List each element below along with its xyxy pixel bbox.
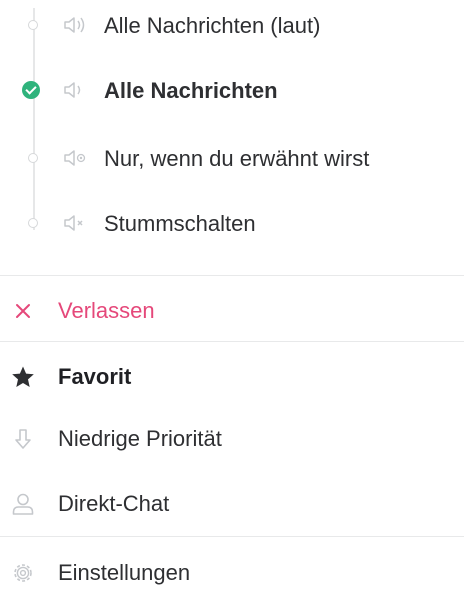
room-context-menu: Alle Nachrichten (laut) Alle Nachrichten… — [0, 0, 464, 594]
low-priority-icon — [15, 429, 31, 449]
notification-option-mute[interactable]: Stummschalten — [0, 203, 464, 243]
radio-unselected[interactable] — [28, 218, 38, 228]
notification-option-label: Stummschalten — [104, 211, 256, 236]
speaker-mention-icon — [64, 150, 86, 166]
radio-unselected[interactable] — [28, 153, 38, 163]
notification-option-label: Alle Nachrichten — [104, 78, 278, 103]
low-priority-button[interactable]: Niedrige Priorität — [0, 414, 464, 464]
radio-selected-check-icon[interactable] — [22, 81, 40, 99]
speaker-muted-icon — [64, 215, 83, 231]
settings-button[interactable]: Einstellungen — [0, 548, 464, 598]
person-icon — [12, 493, 34, 515]
notification-option-label: Alle Nachrichten (laut) — [104, 13, 321, 38]
speaker-loud-icon — [64, 17, 85, 33]
favourite-button[interactable]: Favorit — [0, 352, 464, 402]
settings-label: Einstellungen — [58, 560, 191, 585]
speaker-icon — [64, 82, 81, 98]
divider — [0, 536, 464, 537]
direct-chat-label: Direkt-Chat — [58, 491, 170, 516]
notification-option-label: Nur, wenn du erwähnt wirst — [104, 146, 370, 171]
notification-option-all-loud[interactable]: Alle Nachrichten (laut) — [0, 5, 464, 45]
favourite-label: Favorit — [58, 364, 132, 389]
low-priority-label: Niedrige Priorität — [58, 426, 222, 451]
divider — [0, 275, 464, 276]
notification-option-mentions[interactable]: Nur, wenn du erwähnt wirst — [0, 138, 464, 178]
leave-label: Verlassen — [58, 298, 155, 323]
radio-unselected[interactable] — [28, 20, 38, 30]
direct-chat-button[interactable]: Direkt-Chat — [0, 479, 464, 529]
leave-button[interactable]: Verlassen — [0, 286, 464, 336]
notification-option-all[interactable]: Alle Nachrichten — [0, 70, 464, 110]
close-icon — [16, 304, 30, 318]
divider — [0, 341, 464, 342]
gear-icon — [14, 564, 32, 582]
star-icon — [12, 366, 34, 387]
